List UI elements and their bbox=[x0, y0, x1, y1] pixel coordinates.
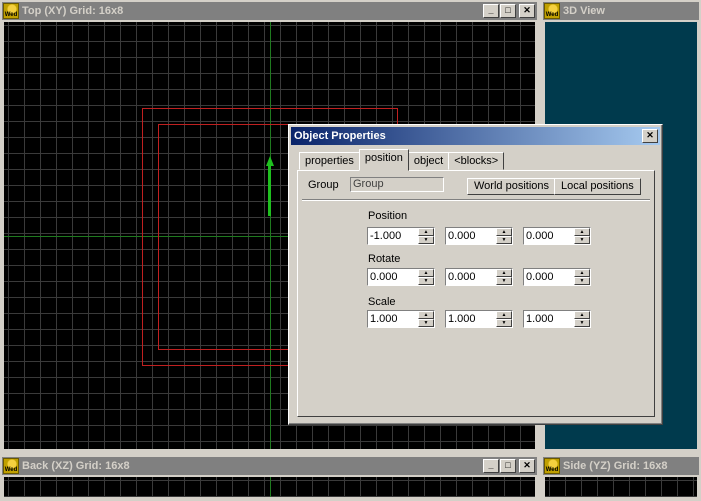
close-button[interactable]: ✕ bbox=[519, 4, 535, 18]
grid bbox=[545, 477, 697, 497]
scale-label: Scale bbox=[368, 296, 396, 308]
spin-down-icon[interactable]: ▼ bbox=[496, 236, 512, 244]
tab-blocks[interactable]: <blocks> bbox=[448, 152, 505, 170]
spin-up-icon[interactable]: ▲ bbox=[496, 228, 512, 236]
dialog-close-button[interactable]: ✕ bbox=[642, 129, 658, 143]
window-title: Side (YZ) Grid: 16x8 bbox=[563, 460, 668, 472]
window-title: Back (XZ) Grid: 16x8 bbox=[22, 460, 130, 472]
group-row: Group Group bbox=[308, 177, 444, 192]
position-x-spinner[interactable]: -1.000 ▲ ▼ bbox=[367, 227, 435, 245]
minimize-button[interactable]: _ bbox=[483, 4, 499, 18]
rotate-label: Rotate bbox=[368, 253, 401, 265]
top-view-titlebar[interactable]: Wed Top (XY) Grid: 16x8 _ □ ✕ bbox=[2, 2, 537, 20]
back-view-window[interactable]: Wed Back (XZ) Grid: 16x8 _ □ ✕ bbox=[0, 455, 539, 501]
spin-up-icon[interactable]: ▲ bbox=[574, 269, 590, 277]
back-viewport[interactable] bbox=[4, 477, 535, 497]
spinner-value[interactable]: 0.000 bbox=[524, 269, 574, 285]
spin-down-icon[interactable]: ▼ bbox=[496, 319, 512, 327]
spinner-value[interactable]: -1.000 bbox=[368, 228, 418, 244]
position-tab-panel: Group Group World positions Local positi… bbox=[297, 170, 655, 417]
rotate-z-spinner[interactable]: 0.000 ▲ ▼ bbox=[523, 268, 591, 286]
maximize-button[interactable]: □ bbox=[500, 4, 516, 18]
spin-up-icon[interactable]: ▲ bbox=[496, 311, 512, 319]
rotate-x-spinner[interactable]: 0.000 ▲ ▼ bbox=[367, 268, 435, 286]
wed-app-icon: Wed bbox=[3, 3, 19, 19]
spin-up-icon[interactable]: ▲ bbox=[574, 228, 590, 236]
spin-up-icon[interactable]: ▲ bbox=[418, 269, 434, 277]
spinner-value[interactable]: 0.000 bbox=[368, 269, 418, 285]
tab-object[interactable]: object bbox=[407, 152, 450, 170]
minimize-button[interactable]: _ bbox=[483, 459, 499, 473]
divider bbox=[302, 199, 650, 201]
spinner-value[interactable]: 1.000 bbox=[446, 311, 496, 327]
y-arrow-head-icon bbox=[266, 156, 274, 166]
spinner-value[interactable]: 1.000 bbox=[368, 311, 418, 327]
dialog-titlebar[interactable]: Object Properties ✕ bbox=[291, 127, 660, 145]
scale-z-spinner[interactable]: 1.000 ▲ ▼ bbox=[523, 310, 591, 328]
window-title: 3D View bbox=[563, 5, 605, 17]
position-z-spinner[interactable]: 0.000 ▲ ▼ bbox=[523, 227, 591, 245]
window-title: Top (XY) Grid: 16x8 bbox=[22, 5, 124, 17]
maximize-button[interactable]: □ bbox=[500, 459, 516, 473]
close-button[interactable]: ✕ bbox=[519, 459, 535, 473]
spin-down-icon[interactable]: ▼ bbox=[418, 319, 434, 327]
spinner-value[interactable]: 0.000 bbox=[446, 269, 496, 285]
world-positions-button[interactable]: World positions bbox=[467, 178, 556, 195]
scale-x-spinner[interactable]: 1.000 ▲ ▼ bbox=[367, 310, 435, 328]
spin-up-icon[interactable]: ▲ bbox=[496, 269, 512, 277]
3d-view-titlebar[interactable]: Wed 3D View bbox=[543, 2, 699, 20]
wed-app-icon: Wed bbox=[544, 458, 560, 474]
wed-app-icon: Wed bbox=[544, 3, 560, 19]
z-axis-line bbox=[270, 477, 271, 497]
side-view-titlebar[interactable]: Wed Side (YZ) Grid: 16x8 bbox=[543, 457, 699, 475]
spin-down-icon[interactable]: ▼ bbox=[574, 319, 590, 327]
back-view-titlebar[interactable]: Wed Back (XZ) Grid: 16x8 _ □ ✕ bbox=[2, 457, 537, 475]
tab-properties[interactable]: properties bbox=[299, 152, 360, 170]
tab-strip: properties position object <blocks> bbox=[299, 149, 505, 171]
spin-down-icon[interactable]: ▼ bbox=[574, 236, 590, 244]
spin-up-icon[interactable]: ▲ bbox=[574, 311, 590, 319]
spinner-value[interactable]: 1.000 bbox=[524, 311, 574, 327]
group-field: Group bbox=[350, 177, 444, 192]
spinner-value[interactable]: 0.000 bbox=[446, 228, 496, 244]
tab-position[interactable]: position bbox=[358, 149, 409, 171]
side-viewport[interactable] bbox=[545, 477, 697, 497]
position-label: Position bbox=[368, 210, 408, 222]
spinner-value[interactable]: 0.000 bbox=[524, 228, 574, 244]
spin-up-icon[interactable]: ▲ bbox=[418, 311, 434, 319]
rotate-y-spinner[interactable]: 0.000 ▲ ▼ bbox=[445, 268, 513, 286]
side-view-window[interactable]: Wed Side (YZ) Grid: 16x8 bbox=[541, 455, 701, 501]
dialog-title: Object Properties bbox=[294, 130, 386, 142]
object-properties-dialog[interactable]: Object Properties ✕ properties position … bbox=[288, 124, 663, 425]
scale-y-spinner[interactable]: 1.000 ▲ ▼ bbox=[445, 310, 513, 328]
position-y-spinner[interactable]: 0.000 ▲ ▼ bbox=[445, 227, 513, 245]
spin-up-icon[interactable]: ▲ bbox=[418, 228, 434, 236]
spin-down-icon[interactable]: ▼ bbox=[574, 277, 590, 285]
spin-down-icon[interactable]: ▼ bbox=[418, 277, 434, 285]
spin-down-icon[interactable]: ▼ bbox=[418, 236, 434, 244]
wed-app-icon: Wed bbox=[3, 458, 19, 474]
group-label: Group bbox=[308, 178, 339, 191]
local-positions-button[interactable]: Local positions bbox=[554, 178, 641, 195]
y-gizmo-arrow[interactable] bbox=[268, 166, 271, 216]
spin-down-icon[interactable]: ▼ bbox=[496, 277, 512, 285]
